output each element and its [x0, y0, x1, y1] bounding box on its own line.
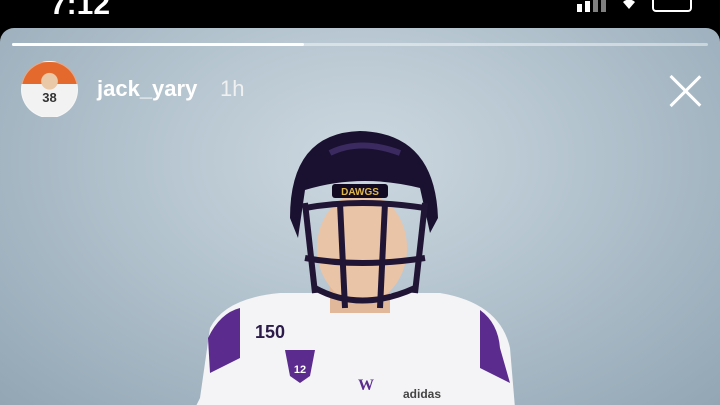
status-time: 7:12: [50, 0, 111, 21]
player-photo: DAWGS 150 12 W adidas: [196, 131, 515, 405]
battery-icon: [652, 0, 692, 12]
signal-icon: [577, 0, 606, 12]
wifi-icon: [623, 0, 635, 9]
close-icon[interactable]: [666, 72, 704, 110]
story-progress-fill: [12, 43, 305, 46]
story-viewer[interactable]: 38 jack_yary 1h DAWGS 150 12 W adidas: [0, 28, 720, 405]
story-progress-bar: [12, 43, 708, 46]
avatar-jersey-number: 38: [42, 90, 57, 105]
w-logo: W: [358, 377, 374, 394]
helmet-text: DAWGS: [341, 187, 379, 198]
brand-text: adidas: [403, 387, 441, 401]
status-indicators: [577, 0, 692, 12]
patch-text: 150: [255, 322, 285, 342]
avatar[interactable]: 38: [21, 61, 78, 118]
conference-text: 12: [294, 364, 306, 376]
status-bar: 7:12: [0, 0, 720, 30]
